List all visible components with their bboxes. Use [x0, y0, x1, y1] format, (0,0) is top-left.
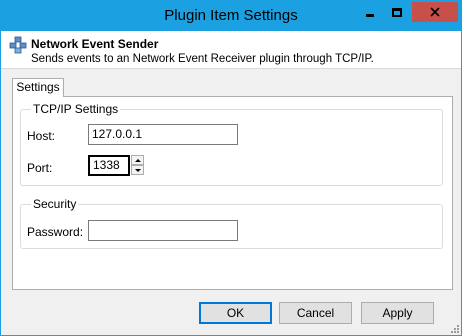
plugin-name: Network Event Sender	[31, 37, 159, 51]
close-button[interactable]	[412, 2, 458, 22]
port-input[interactable]: 1338	[88, 155, 130, 176]
ok-button[interactable]: OK	[199, 302, 272, 324]
tcpip-settings-legend: TCP/IP Settings	[31, 102, 121, 116]
maximize-icon	[392, 7, 402, 17]
minimize-icon	[366, 13, 374, 17]
resize-grip-icon[interactable]	[449, 323, 459, 333]
host-input[interactable]: 127.0.0.1	[88, 124, 238, 145]
minimize-button[interactable]	[357, 2, 383, 22]
settings-tab-panel: TCP/IP Settings Host: 127.0.0.1 Port: 13…	[12, 96, 453, 290]
chevron-down-icon	[134, 168, 141, 172]
title-bar[interactable]: Plugin Item Settings	[1, 1, 461, 31]
plugin-item-settings-window: Plugin Item Settings Network Event Sende…	[0, 0, 462, 336]
password-label: Password:	[27, 225, 84, 239]
plugin-description: Sends events to an Network Event Receive…	[31, 53, 374, 65]
security-legend: Security	[31, 197, 79, 211]
tab-settings[interactable]: Settings	[12, 78, 64, 97]
cancel-button[interactable]: Cancel	[279, 302, 352, 324]
maximize-button[interactable]	[384, 2, 410, 22]
plugin-header: Network Event Sender Sends events to an …	[1, 31, 461, 69]
port-decrement-button[interactable]	[131, 165, 144, 175]
password-input[interactable]	[88, 220, 238, 241]
host-label: Host:	[27, 129, 56, 143]
plugin-icon	[9, 36, 27, 54]
apply-button[interactable]: Apply	[361, 302, 434, 324]
chevron-up-icon	[134, 158, 141, 162]
port-label: Port:	[27, 161, 53, 175]
tcpip-settings-group: TCP/IP Settings	[20, 102, 443, 186]
close-icon	[430, 7, 440, 17]
port-increment-button[interactable]	[131, 155, 144, 165]
